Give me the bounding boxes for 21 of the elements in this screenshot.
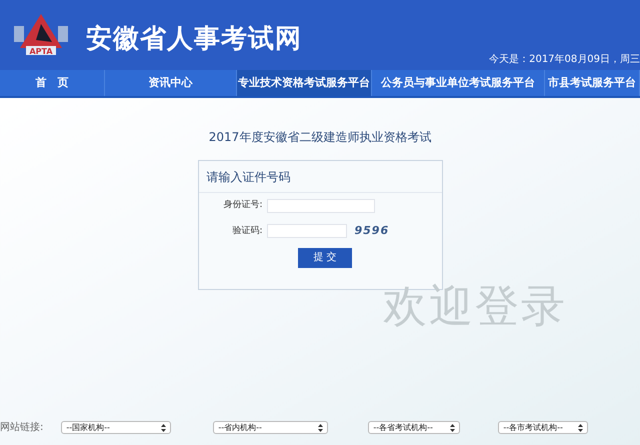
id-label: 身份证号: (222, 199, 262, 212)
captcha-label: 验证码: (231, 224, 262, 238)
site-title: 安徽省人事考试网 (86, 23, 302, 56)
submit-button[interactable]: 提 交 (298, 248, 352, 268)
chevron-icon (578, 424, 584, 432)
dropdown-select[interactable]: --国家机构-- (61, 421, 172, 434)
chevron-icon (161, 424, 166, 432)
nav-tab[interactable]: 专业技术资格考试服务平台 (237, 70, 372, 96)
links-label: 网站链接: (0, 420, 44, 435)
nav-tab[interactable]: 市县考试服务平台 (545, 70, 640, 96)
captcha-input-field[interactable] (266, 224, 346, 238)
dropdown-select[interactable]: --省内机构-- (213, 421, 328, 434)
card-heading: 请输入证件号码 (198, 161, 442, 193)
dropdown-select[interactable]: --各市考试机构-- (498, 421, 588, 434)
chevron-icon (450, 424, 456, 432)
chevron-icon (318, 424, 324, 432)
captcha-image: 9596 (354, 223, 390, 239)
dropdown-select[interactable]: --各省考试机构-- (368, 421, 460, 434)
id-input-field[interactable] (266, 199, 374, 213)
exam-title: 2017年度安徽省二级建造师执业资格考试 (208, 129, 432, 146)
date-text: 今天是：2017年08月09日，周三 (489, 53, 640, 67)
